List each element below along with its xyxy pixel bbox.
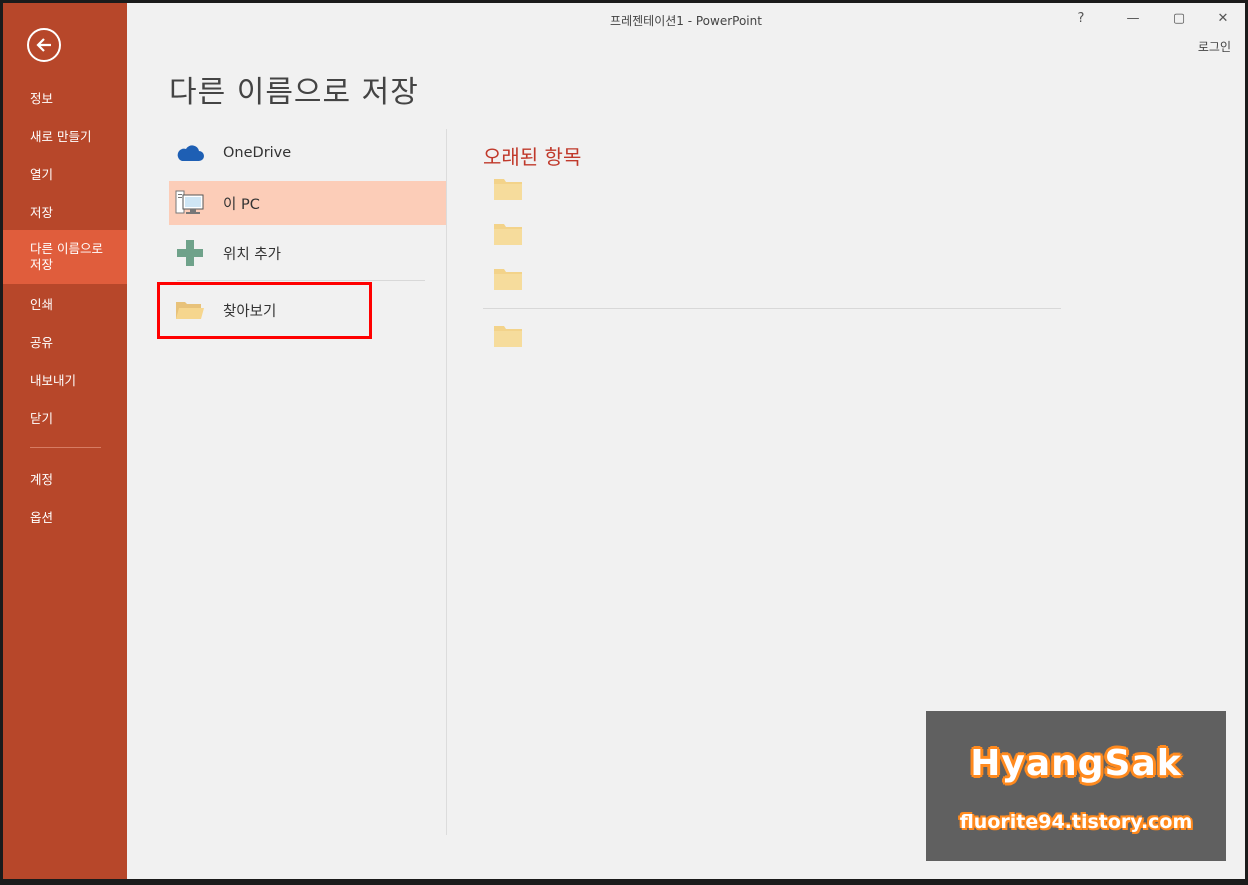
nav-divider <box>30 447 101 448</box>
folder-icon <box>494 326 522 347</box>
nav-print[interactable]: 인쇄 <box>3 284 127 322</box>
nav-close[interactable]: 닫기 <box>3 398 127 436</box>
recent-folders-title: 오래된 항목 <box>483 145 582 169</box>
plus-icon <box>175 239 205 267</box>
place-this-pc-label: 이 PC <box>223 196 260 213</box>
nav-share[interactable]: 공유 <box>3 322 127 360</box>
recent-divider <box>483 308 1061 309</box>
backstage-nav: 정보 새로 만들기 열기 저장 다른 이름으로 저장 인쇄 공유 내보내기 닫기… <box>3 78 127 535</box>
powerpoint-window: 정보 새로 만들기 열기 저장 다른 이름으로 저장 인쇄 공유 내보내기 닫기… <box>3 3 1245 879</box>
nav-save-as[interactable]: 다른 이름으로 저장 <box>3 230 127 284</box>
sign-in-link[interactable]: 로그인 <box>1198 38 1231 55</box>
minimize-button[interactable]: — <box>1117 8 1149 30</box>
nav-options[interactable]: 옵션 <box>3 497 127 535</box>
recent-folder-3[interactable] <box>493 267 523 291</box>
back-button[interactable] <box>27 28 61 62</box>
nav-new[interactable]: 새로 만들기 <box>3 116 127 154</box>
folder-icon <box>494 224 522 245</box>
places-divider <box>177 280 425 281</box>
place-add-location[interactable]: 위치 추가 <box>169 231 446 275</box>
backstage-sidebar: 정보 새로 만들기 열기 저장 다른 이름으로 저장 인쇄 공유 내보내기 닫기… <box>3 3 127 879</box>
folder-icon <box>494 179 522 200</box>
watermark-url: fluorite94.tistory.com <box>959 811 1193 833</box>
save-locations: OneDrive 이 PC 위치 추가 <box>169 131 446 281</box>
panel-divider <box>446 129 447 835</box>
nav-account[interactable]: 계정 <box>3 459 127 497</box>
watermark: HyangSak fluorite94.tistory.com <box>926 711 1226 861</box>
place-onedrive-label: OneDrive <box>223 145 292 161</box>
nav-save-as-label: 다른 이름으로 저장 <box>30 241 103 272</box>
back-arrow-icon <box>36 38 51 52</box>
computer-icon <box>175 189 205 217</box>
help-button[interactable]: ? <box>1065 8 1097 30</box>
recent-folder-2[interactable] <box>493 222 523 246</box>
cloud-icon <box>175 139 205 167</box>
close-button[interactable]: ✕ <box>1207 8 1239 30</box>
nav-info[interactable]: 정보 <box>3 78 127 116</box>
maximize-button[interactable]: ▢ <box>1163 8 1195 30</box>
place-onedrive[interactable]: OneDrive <box>169 131 446 175</box>
place-add-location-label: 위치 추가 <box>223 246 281 263</box>
nav-open[interactable]: 열기 <box>3 154 127 192</box>
highlight-box <box>157 282 372 339</box>
recent-folder-1[interactable] <box>493 177 523 201</box>
watermark-title: HyangSak <box>970 743 1182 784</box>
nav-save[interactable]: 저장 <box>3 192 127 230</box>
recent-folder-4[interactable] <box>493 324 523 348</box>
title-bar: 프레젠테이션1 - PowerPoint ? — ▢ ✕ <box>127 3 1245 39</box>
page-title: 다른 이름으로 저장 <box>169 75 419 110</box>
folder-icon <box>494 269 522 290</box>
place-this-pc[interactable]: 이 PC <box>169 181 446 225</box>
nav-export[interactable]: 내보내기 <box>3 360 127 398</box>
